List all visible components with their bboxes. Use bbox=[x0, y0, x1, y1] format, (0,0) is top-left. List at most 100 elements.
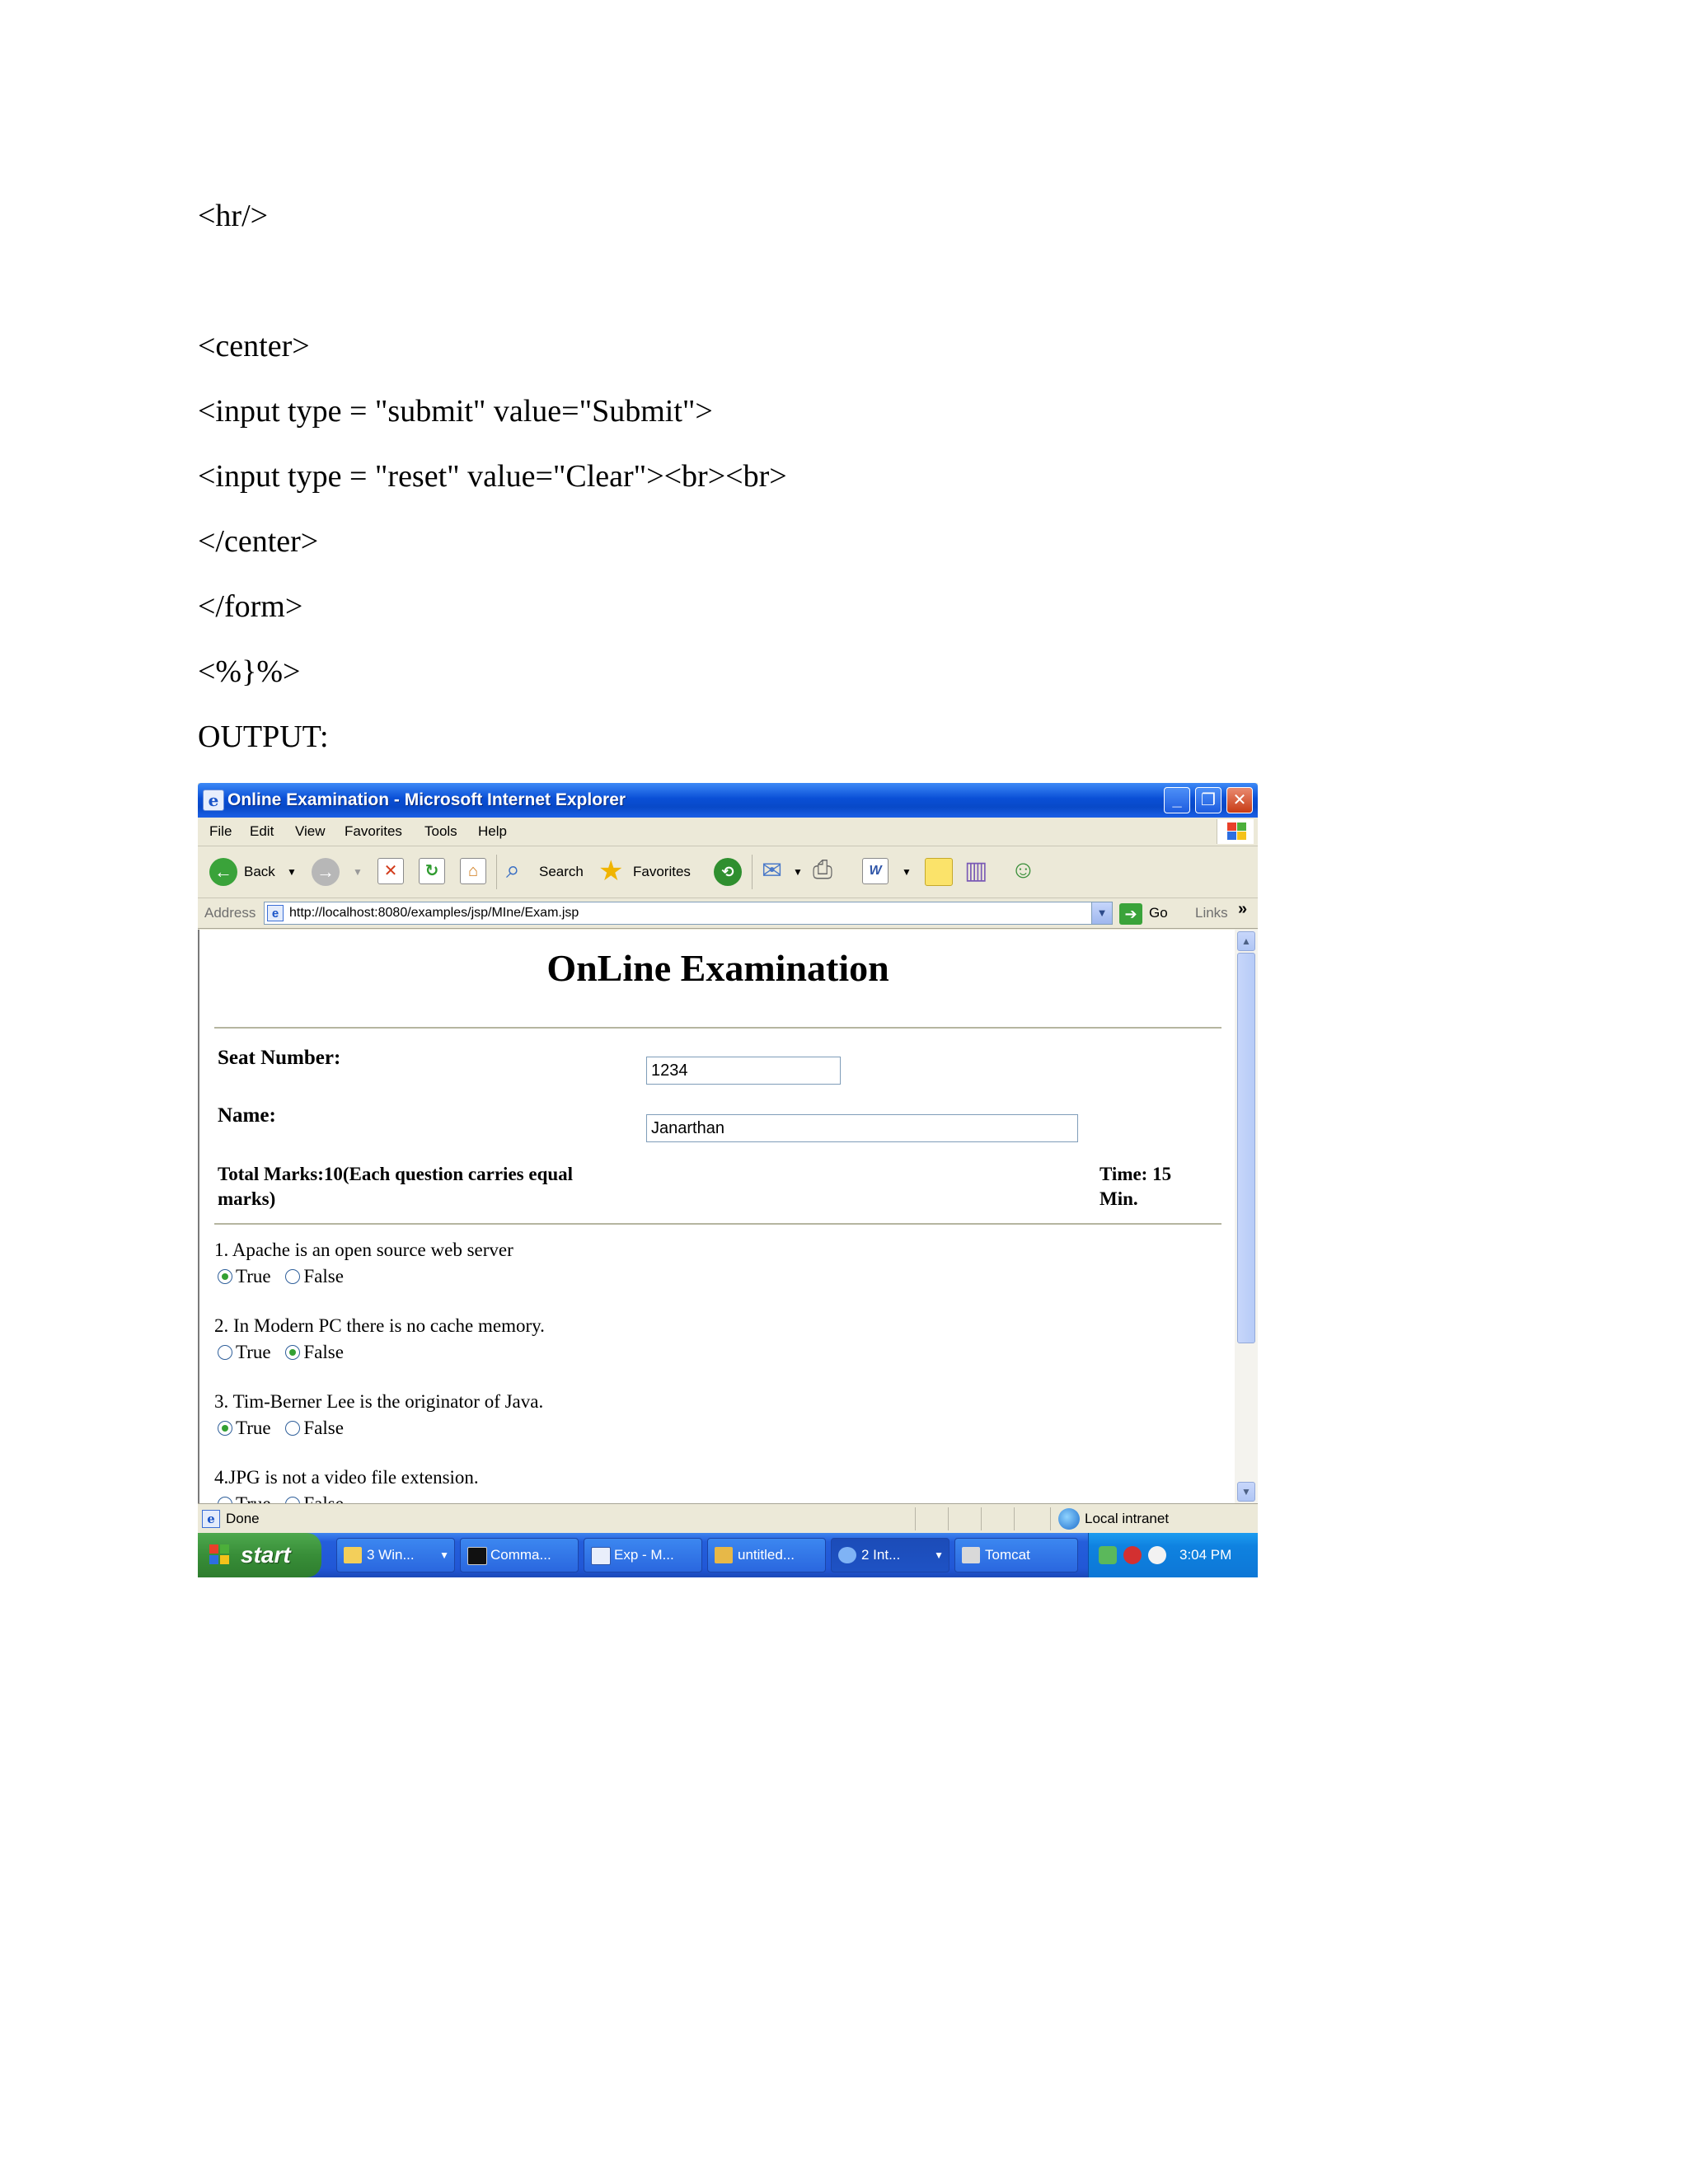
security-zone: Local intranet bbox=[1085, 1511, 1170, 1526]
window-title: Online Examination - Microsoft Internet … bbox=[227, 790, 626, 809]
question-1-options: True False bbox=[218, 1266, 354, 1287]
print-icon[interactable]: ⎙ bbox=[813, 856, 832, 884]
back-button[interactable]: Back bbox=[244, 846, 275, 898]
task-word-document[interactable]: Exp - M... bbox=[584, 1538, 702, 1572]
q3-true-radio[interactable] bbox=[218, 1421, 232, 1436]
code-line-reset-input: <input type = "reset" value="Clear"><br>… bbox=[198, 459, 787, 494]
question-3: 3. Tim-Berner Lee is the originator of J… bbox=[214, 1391, 544, 1412]
menu-edit[interactable]: Edit bbox=[250, 818, 274, 846]
address-dropdown-icon[interactable]: ▼ bbox=[1091, 902, 1112, 924]
word-icon bbox=[591, 1547, 611, 1565]
forward-dropdown-icon[interactable]: ▼ bbox=[353, 846, 363, 898]
security-tray-icon[interactable] bbox=[1123, 1546, 1142, 1564]
discuss-note-icon[interactable] bbox=[925, 858, 953, 886]
paint-icon bbox=[715, 1547, 733, 1563]
group-arrow-icon: ▼ bbox=[934, 1549, 944, 1561]
name-input[interactable]: Janarthan bbox=[646, 1114, 1078, 1142]
back-arrow-icon[interactable]: ← bbox=[209, 858, 237, 886]
task-internet-explorer[interactable]: 2 Int... ▼ bbox=[831, 1538, 950, 1572]
header-divider bbox=[214, 1223, 1221, 1225]
forward-arrow-icon[interactable]: → bbox=[312, 858, 340, 886]
code-line-center-open: <center> bbox=[198, 329, 310, 363]
windows-logo-icon bbox=[1217, 819, 1254, 844]
menu-tools[interactable]: Tools bbox=[424, 818, 457, 846]
scroll-down-icon[interactable]: ▼ bbox=[1237, 1482, 1255, 1502]
history-icon[interactable]: ⟲ bbox=[714, 858, 742, 886]
menu-view[interactable]: View bbox=[295, 818, 326, 846]
clock: 3:04 PM bbox=[1179, 1547, 1232, 1563]
go-button[interactable]: Go bbox=[1149, 898, 1168, 928]
address-label: Address bbox=[204, 905, 256, 921]
status-bar: e Done Local intranet bbox=[198, 1503, 1258, 1534]
q2-false-radio[interactable] bbox=[285, 1345, 301, 1360]
status-text: Done bbox=[226, 1511, 260, 1526]
links-chevron-icon[interactable]: » bbox=[1238, 897, 1247, 921]
code-line-form-close: </form> bbox=[198, 589, 303, 624]
scroll-thumb[interactable] bbox=[1237, 953, 1255, 1343]
links-button[interactable]: Links bbox=[1195, 898, 1228, 928]
seat-number-label: Seat Number: bbox=[218, 1047, 341, 1069]
question-2: 2. In Modern PC there is no cache memory… bbox=[214, 1315, 545, 1336]
title-bar[interactable]: e Online Examination - Microsoft Interne… bbox=[198, 783, 1258, 818]
q2-true-radio[interactable] bbox=[218, 1345, 232, 1360]
q1-true-label: True bbox=[236, 1266, 271, 1286]
task-command-prompt[interactable]: Comma... bbox=[460, 1538, 579, 1572]
mail-dropdown-icon[interactable]: ▼ bbox=[793, 846, 803, 898]
network-tray-icon[interactable] bbox=[1099, 1546, 1117, 1564]
page-content: OnLine Examination Seat Number: 1234 Nam… bbox=[198, 930, 1235, 1503]
menu-help[interactable]: Help bbox=[478, 818, 507, 846]
question-3-options: True False bbox=[218, 1418, 354, 1439]
q1-true-radio[interactable] bbox=[218, 1269, 232, 1284]
go-arrow-icon[interactable]: ➔ bbox=[1119, 903, 1142, 925]
q2-false-label: False bbox=[303, 1342, 344, 1362]
q3-false-radio[interactable] bbox=[285, 1421, 301, 1436]
restore-button[interactable]: ❐ bbox=[1195, 787, 1221, 813]
back-dropdown-icon[interactable]: ▼ bbox=[287, 846, 297, 898]
total-marks-text: Total Marks:10(Each question carries equ… bbox=[218, 1164, 574, 1209]
question-4: 4.JPG is not a video file extension. bbox=[214, 1467, 479, 1488]
tomcat-icon bbox=[962, 1547, 980, 1563]
favorites-star-icon[interactable]: ★ bbox=[598, 855, 623, 888]
vertical-scrollbar[interactable]: ▲ ▼ bbox=[1235, 930, 1258, 1503]
scroll-up-icon[interactable]: ▲ bbox=[1237, 931, 1255, 951]
messenger-icon[interactable]: ☺ bbox=[1010, 856, 1036, 884]
app-tray-icon[interactable] bbox=[1148, 1546, 1166, 1564]
ie-task-icon bbox=[838, 1547, 856, 1563]
task-explorer[interactable]: 3 Win... ▼ bbox=[336, 1538, 455, 1572]
task-paint[interactable]: untitled... bbox=[707, 1538, 826, 1572]
output-label: OUTPUT: bbox=[198, 719, 329, 754]
start-button[interactable]: start bbox=[198, 1533, 321, 1577]
minimize-button[interactable]: _ bbox=[1164, 787, 1190, 813]
refresh-icon[interactable]: ↻ bbox=[419, 858, 445, 884]
address-url: http://localhost:8080/examples/jsp/MIne/… bbox=[289, 906, 579, 920]
seat-number-input[interactable]: 1234 bbox=[646, 1057, 841, 1085]
system-tray: 3:04 PM bbox=[1088, 1533, 1258, 1577]
address-bar: Address e http://localhost:8080/examples… bbox=[198, 898, 1258, 929]
toolbar: ← Back ▼ → ▼ ✕ ↻ ⌂ ⌕ Search ★ Favorites … bbox=[198, 846, 1258, 898]
menu-file[interactable]: File bbox=[209, 818, 232, 846]
search-button[interactable]: Search bbox=[539, 846, 584, 898]
console-icon bbox=[467, 1547, 487, 1565]
q4-true-label: True bbox=[236, 1493, 271, 1503]
q1-false-label: False bbox=[303, 1266, 344, 1286]
q4-false-radio[interactable] bbox=[285, 1497, 301, 1503]
title-divider bbox=[214, 1027, 1221, 1029]
q4-true-radio[interactable] bbox=[218, 1497, 232, 1503]
mail-icon[interactable]: ✉ bbox=[762, 856, 782, 885]
q1-false-radio[interactable] bbox=[285, 1269, 301, 1284]
task-tomcat[interactable]: Tomcat bbox=[954, 1538, 1078, 1572]
address-input[interactable]: e http://localhost:8080/examples/jsp/MIn… bbox=[264, 902, 1113, 925]
stop-icon[interactable]: ✕ bbox=[377, 858, 404, 884]
home-icon[interactable]: ⌂ bbox=[460, 858, 486, 884]
menu-favorites[interactable]: Favorites bbox=[345, 818, 402, 846]
q3-true-label: True bbox=[236, 1418, 271, 1438]
page-title: OnLine Examination bbox=[546, 947, 889, 989]
windows-flag-icon bbox=[209, 1544, 229, 1564]
word-edit-icon[interactable]: W bbox=[862, 858, 889, 884]
close-button[interactable]: ✕ bbox=[1226, 787, 1253, 813]
research-icon[interactable]: ▥ bbox=[964, 856, 987, 885]
page-status-icon: e bbox=[202, 1510, 220, 1528]
search-icon[interactable]: ⌕ bbox=[506, 856, 520, 884]
favorites-button[interactable]: Favorites bbox=[633, 846, 691, 898]
edit-dropdown-icon[interactable]: ▼ bbox=[902, 846, 912, 898]
